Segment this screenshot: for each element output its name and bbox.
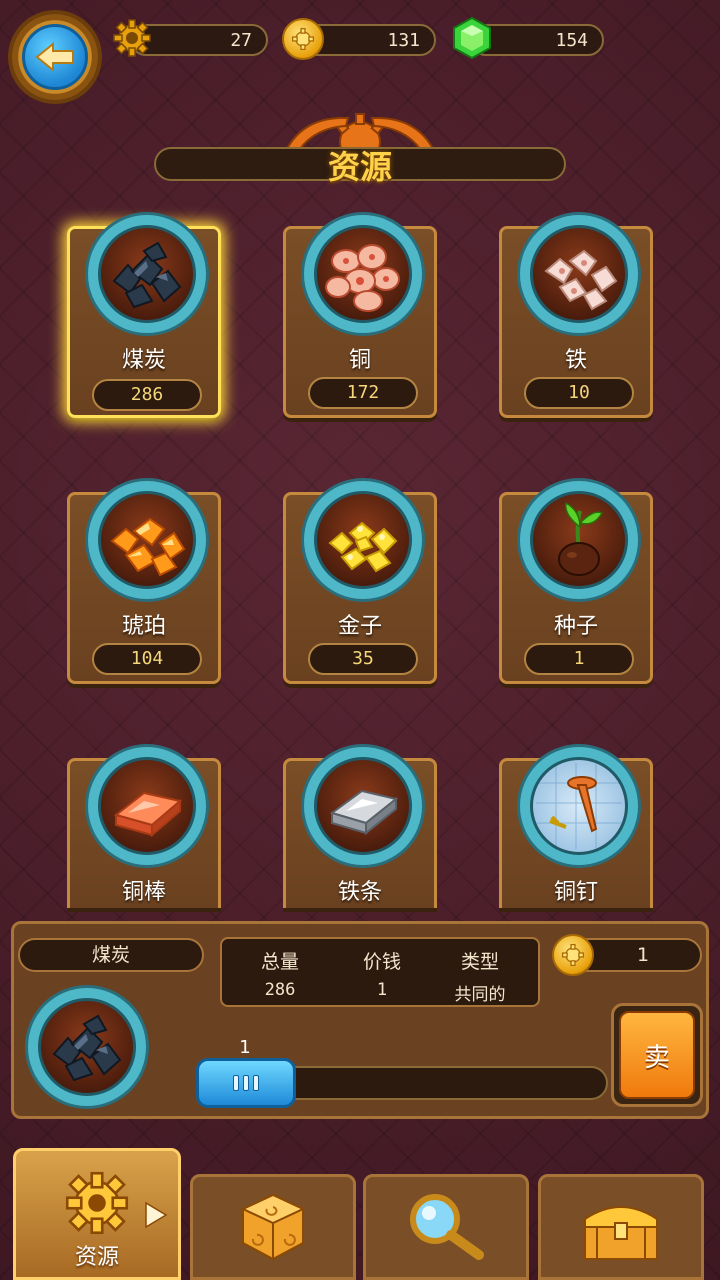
coin-count: 131 [387,29,420,51]
resource-card-iron[interactable]: 铁 10 [499,215,653,418]
tab-search[interactable] [363,1174,529,1280]
slider-value: 1 [239,1037,251,1058]
resource-card-coal[interactable]: 煤炭 286 [67,215,221,418]
resource-count: 10 [524,377,634,409]
price-value: 1 [376,980,388,1000]
quantity-slider-handle[interactable] [196,1058,296,1108]
coin-icon [552,934,594,976]
type-value: 共同的 [454,985,506,1005]
resource-count: 104 [92,643,202,675]
resource-card-amber[interactable]: 琥珀 104 [67,481,221,684]
magnifier-icon [410,1194,484,1260]
resource-count: 1 [524,643,634,675]
coal-icon [52,1014,122,1082]
total-header: 总量 [260,951,299,973]
total-value: 286 [264,980,296,1000]
selected-resource-orb [28,988,146,1106]
resource-count: 35 [308,643,418,675]
amber-icon [110,517,186,577]
resource-name: 铁 [564,348,587,373]
treasure-chest-icon [584,1206,658,1260]
title-bar: 资源 [154,147,566,186]
resource-name: 琥珀 [121,614,166,639]
copper-ore-icon [325,244,400,312]
resource-card-copper[interactable]: 铜 172 [283,215,437,418]
resource-name: 铁条 [337,880,382,905]
coal-icon [112,241,182,309]
tab-resources[interactable]: 资源 [13,1148,181,1280]
selected-resource-name: 煤炭 [18,938,204,972]
coin-icon [282,18,324,60]
price-header: 价钱 [362,951,401,973]
tab-treasure[interactable] [538,1174,704,1280]
type-header: 类型 [460,951,499,973]
gear-icon [65,1171,129,1235]
resource-count: 286 [92,379,202,411]
spiral-cube-icon [240,1193,306,1261]
gold-nugget-icon [328,521,398,573]
tab-crafting[interactable] [190,1174,356,1280]
gear-currency-icon [112,18,152,58]
play-arrow-icon [145,1201,168,1229]
back-button[interactable] [12,14,98,100]
resource-card-gold[interactable]: 金子 35 [283,481,437,684]
tab-resources-label: 资源 [74,1245,119,1270]
resource-name: 铜 [348,348,371,373]
sell-button-label: 卖 [619,1011,695,1099]
resource-name: 种子 [553,614,598,639]
copper-bar-icon [113,791,183,838]
gear-count: 27 [230,29,252,51]
sell-button[interactable]: 卖 [611,1003,703,1107]
page-title: 资源 [327,148,392,186]
gem-count: 154 [555,29,588,51]
resource-name: 煤炭 [121,348,166,373]
resource-count: 172 [308,377,418,409]
resource-info-box: 总量 286 价钱 1 类型 共同的 [220,937,540,1007]
resource-card-copper-bar[interactable]: 铜棒 [67,747,221,908]
resource-card-iron-bar[interactable]: 铁条 [283,747,437,908]
resource-card-seed[interactable]: 种子 1 [499,481,653,684]
seed-sprout-icon [558,501,604,576]
resource-name: 铜棒 [121,880,166,905]
resource-card-copper-nail[interactable]: 铜钉 [499,747,653,908]
arrow-left-icon [35,41,74,73]
resource-name: 金子 [337,614,382,639]
green-gem-icon [450,16,494,60]
resource-name: 铜钉 [553,880,598,905]
copper-nail-icon [536,763,622,849]
iron-ore-icon [544,249,618,311]
iron-bar-icon [329,789,399,836]
